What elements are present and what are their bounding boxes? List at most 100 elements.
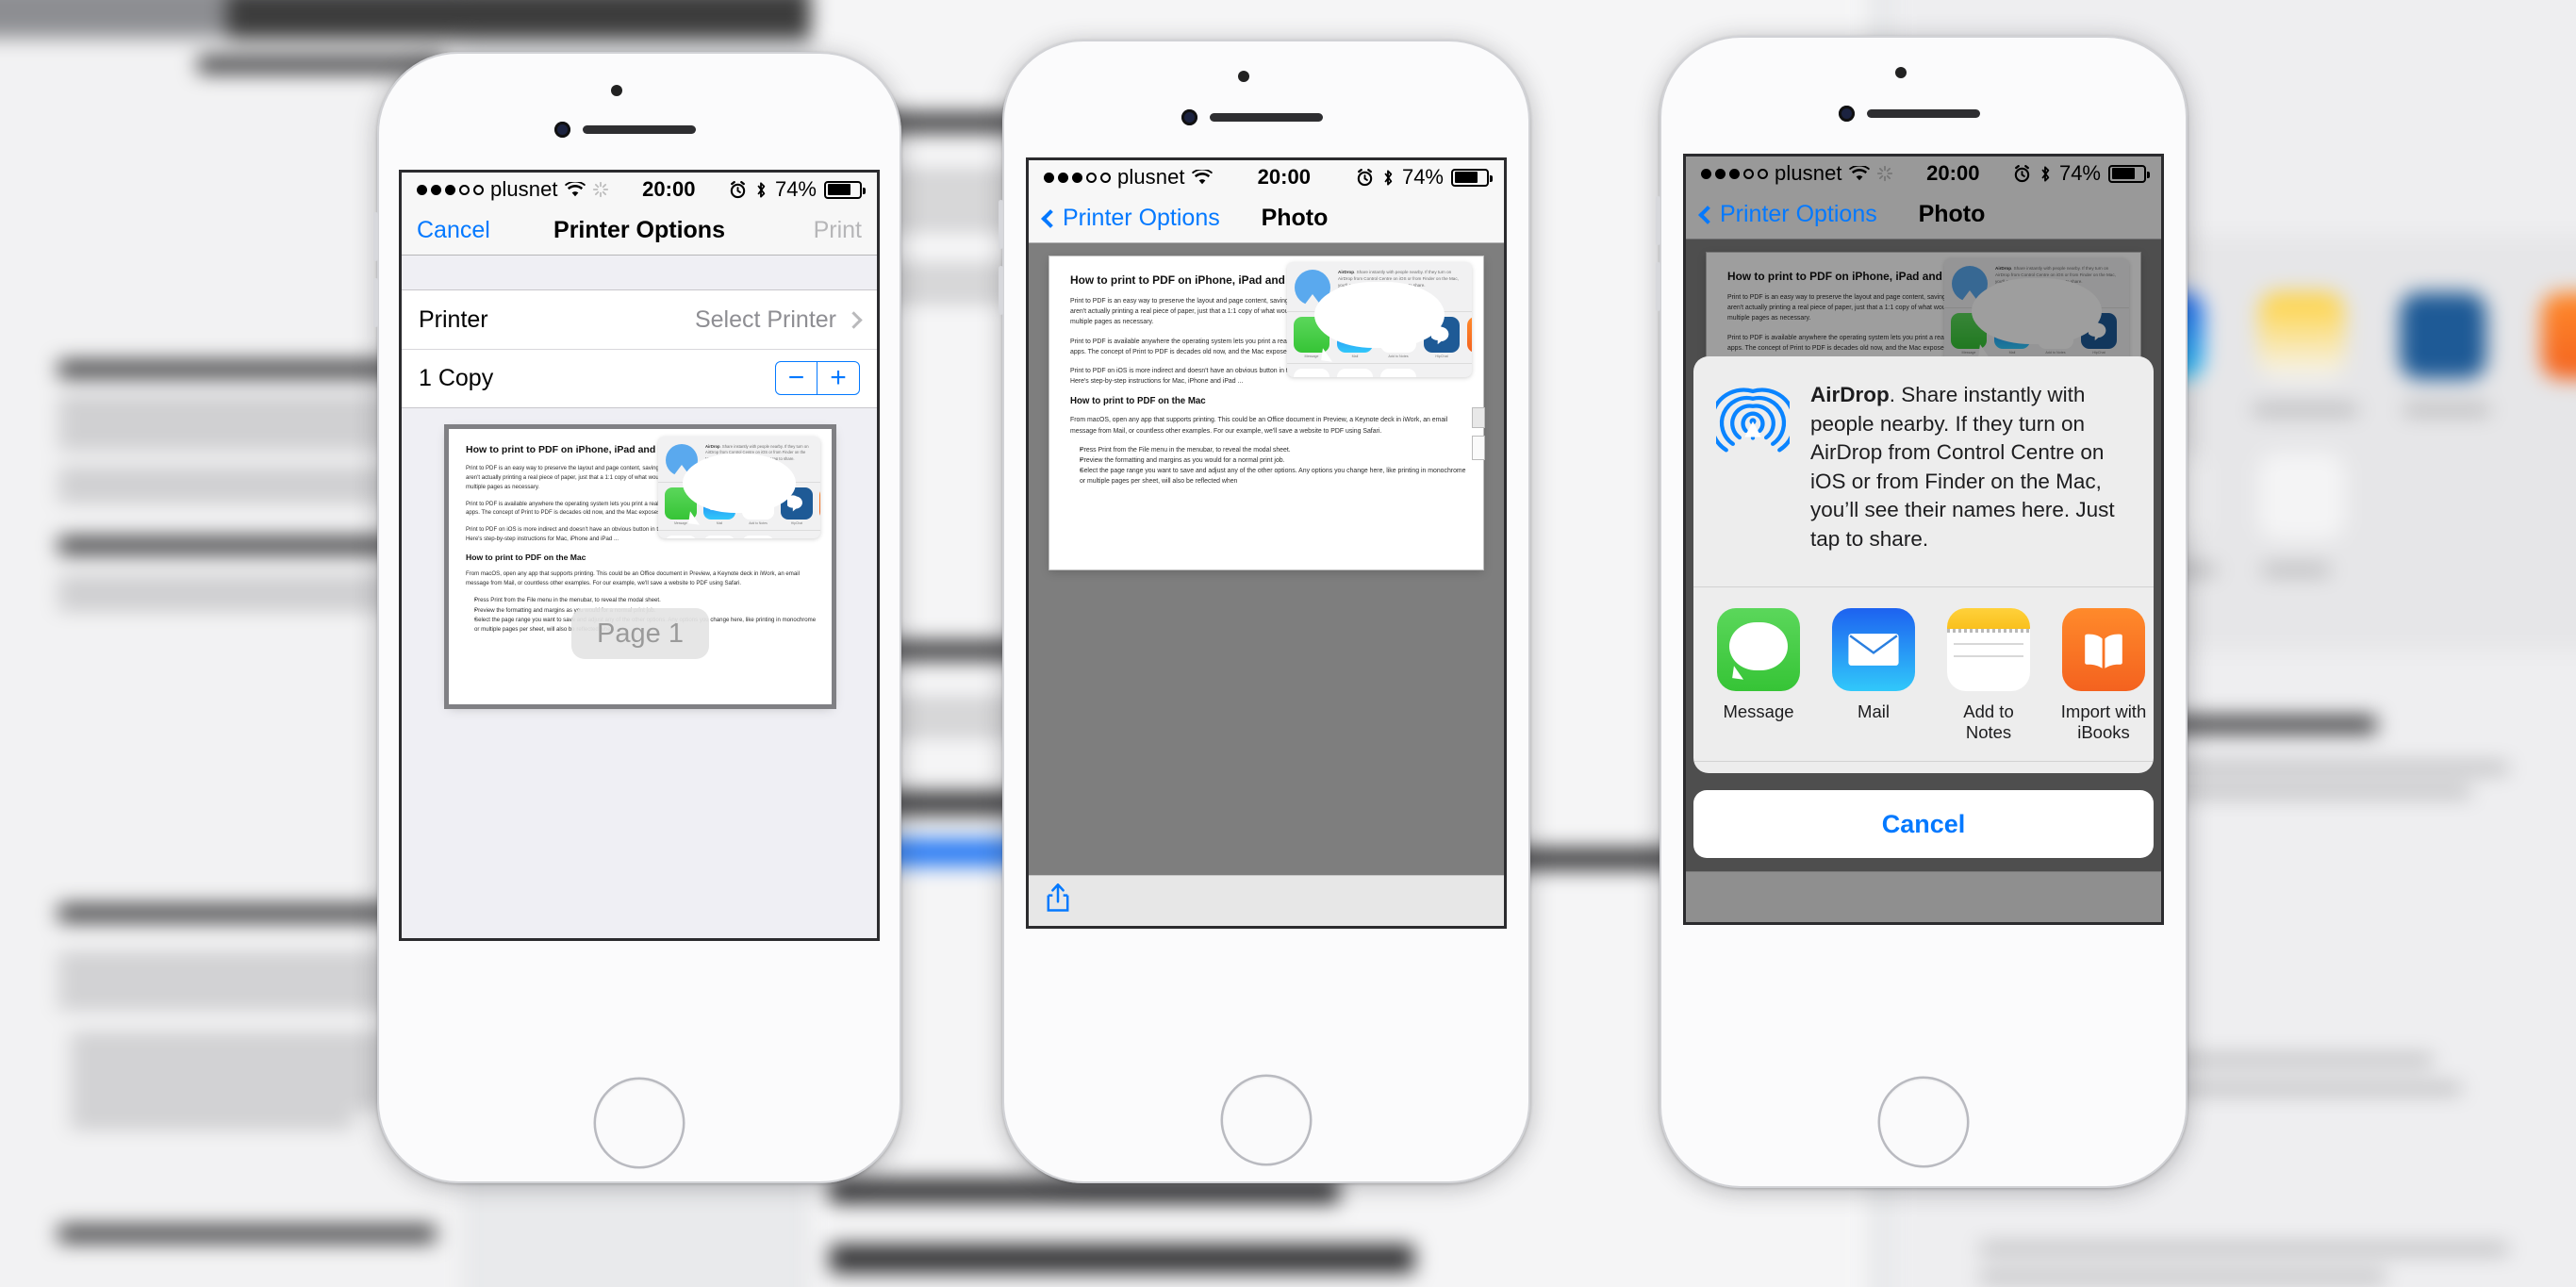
home-button[interactable] [1880, 1079, 1967, 1165]
clock: 20:00 [642, 177, 696, 201]
page-thumbnail-indicator [1472, 407, 1485, 428]
mini-action-more: More [742, 536, 774, 538]
more-ellipsis-icon [1380, 369, 1416, 377]
volume-up-button[interactable] [999, 200, 1003, 249]
airdrop-description: . Share instantly with people nearby. If… [1810, 383, 2115, 551]
messages-app-icon [1717, 607, 1800, 691]
messages-app-icon [665, 454, 797, 525]
share-sheet: AirDrop. Share instantly with people nea… [1693, 356, 2154, 773]
share-app-label: Mail [1858, 701, 1890, 721]
earpiece-speaker [583, 125, 696, 134]
bluetooth-icon [1384, 169, 1393, 186]
mini-action-icloud: Add To iCloud Drive [1337, 369, 1373, 377]
page-preview-2[interactable]: How to print to PDF on iPhone, iPad and … [1049, 256, 1485, 569]
copies-row-label: 1 Copy [419, 364, 494, 391]
volume-down-button[interactable] [1656, 262, 1660, 311]
photo-navbar: Printer Options Photo [1029, 194, 1504, 243]
carrier-label: plusnet [490, 177, 558, 201]
share-upload-icon[interactable] [1044, 883, 1072, 919]
proximity-sensor [1238, 71, 1249, 82]
increase-copies-button[interactable]: + [817, 362, 859, 394]
share-app-notes[interactable]: Add to Notes [1942, 607, 2035, 744]
printer-options-body: Printer Select Printer 1 Copy − + How to… [402, 256, 877, 938]
copy-icon [1294, 369, 1329, 377]
preview-backdrop: How to print to PDF on iPhone, iPad and … [1029, 243, 1504, 926]
cancel-button[interactable]: Cancel [417, 217, 490, 244]
phone2-screen: plusnet 20:00 74% Printer Options Photo [1029, 160, 1504, 926]
embedded-share-sheet: AirDrop. Share instantly with people nea… [658, 437, 820, 538]
volume-buttons[interactable] [373, 212, 378, 261]
page-number-badge: Page 1 [571, 608, 709, 659]
copies-stepper[interactable]: − + [775, 361, 860, 395]
airdrop-block[interactable]: AirDrop. Share instantly with people nea… [1693, 356, 2154, 586]
battery-icon [1451, 168, 1493, 187]
iphone-device-1: plusnet 20:00 74% Cancel Printer Options… [373, 52, 901, 1183]
volume-up-button[interactable] [1656, 196, 1660, 245]
wifi-icon [564, 181, 586, 196]
ibooks-app-icon [819, 487, 820, 520]
home-button[interactable] [1223, 1077, 1310, 1163]
photo-toolbar [1029, 875, 1504, 926]
alarm-clock-icon [1357, 168, 1373, 186]
printer-options-navbar: Cancel Printer Options Print [402, 206, 877, 256]
front-camera [1839, 106, 1855, 122]
ibooks-app-icon [1467, 317, 1472, 353]
share-app-ibooks[interactable]: Import with iBooks [2057, 607, 2150, 744]
mail-app-icon [1832, 607, 1915, 691]
back-to-printer-options-button[interactable]: Printer Options [1041, 205, 1220, 232]
proximity-sensor [1895, 67, 1907, 78]
doc-bullet: Select the page range you want to save a… [1080, 466, 1466, 487]
share-sheet-cancel-button[interactable]: Cancel [1693, 790, 2154, 858]
embedded-share-sheet: AirDrop. Share instantly with people nea… [1287, 262, 1472, 377]
doc-heading-2: How to print to PDF on the Mac [466, 553, 586, 563]
front-camera [1181, 109, 1197, 125]
chevron-left-icon [1041, 208, 1060, 228]
carrier-label: plusnet [1117, 165, 1185, 189]
volume-down-button[interactable] [999, 266, 1003, 315]
mini-action-copy: Copy [1294, 369, 1329, 377]
activity-spinner-icon [592, 181, 608, 198]
share-apps-row: Message Mail Add to Notes Import with iB… [1693, 587, 2154, 761]
doc-paragraph-4: From macOS, open any app that supports p… [1070, 417, 1448, 435]
volume-down-button[interactable] [373, 278, 378, 327]
back-button-label: Printer Options [1720, 201, 1877, 227]
copy-icon [665, 536, 697, 538]
doc-bullet: Preview the formatting and margins as yo… [1080, 455, 1466, 466]
earpiece-speaker [1867, 109, 1980, 118]
iphone-device-2: plusnet 20:00 74% Printer Options Photo [999, 40, 1530, 1183]
home-button[interactable] [596, 1080, 683, 1166]
airdrop-icon [1716, 388, 1790, 453]
signal-strength-icon [417, 184, 484, 195]
chevron-right-icon [845, 310, 863, 329]
phone1-screen: plusnet 20:00 74% Cancel Printer Options… [402, 173, 877, 938]
mini-app-message: Message [1294, 281, 1445, 362]
share-actions-row: Copy Add To iCloud Drive More [1693, 762, 2154, 773]
mini-airdrop-title: AirDrop [705, 444, 720, 449]
printer-row-label: Printer [419, 305, 488, 333]
printer-options-list: Printer Select Printer 1 Copy − + [402, 289, 877, 408]
mini-action-icloud: Add To iCloud Drive [703, 536, 735, 538]
messages-app-icon [1294, 281, 1445, 362]
share-app-label: Import with iBooks [2060, 701, 2147, 743]
share-app-mail[interactable]: Mail [1827, 607, 1920, 744]
iphone-device-3: plusnet 20:00 74% Printer Options Photo [1656, 36, 2188, 1188]
printer-row[interactable]: Printer Select Printer [402, 290, 877, 349]
back-to-printer-options-button[interactable]: Printer Options [1698, 201, 1877, 228]
mini-app-partial [1467, 317, 1472, 353]
document-preview: How to print to PDF on iPhone, iPad and … [1049, 256, 1483, 569]
doc-heading-2: How to print to PDF on the Mac [1070, 396, 1206, 407]
decrease-copies-button[interactable]: − [776, 362, 817, 394]
print-button[interactable]: Print [814, 217, 862, 244]
icloud-upload-icon [1337, 369, 1373, 377]
chevron-left-icon [1698, 205, 1717, 224]
notes-app-icon [1947, 607, 2030, 691]
printer-row-value: Select Printer [694, 305, 836, 333]
mini-airdrop-title: AirDrop [1338, 270, 1355, 274]
doc-paragraph-4: From macOS, open any app that supports p… [466, 570, 800, 586]
more-ellipsis-icon [742, 536, 774, 538]
page-preview-1[interactable]: How to print to PDF on iPhone, iPad and … [449, 429, 832, 704]
doc-bullet: Press Print from the File menu in the me… [1080, 445, 1466, 455]
share-app-message[interactable]: Message [1712, 607, 1805, 744]
document-preview: How to print to PDF on iPhone, iPad and … [449, 429, 832, 704]
phone3-screen: plusnet 20:00 74% Printer Options Photo [1686, 157, 2161, 922]
